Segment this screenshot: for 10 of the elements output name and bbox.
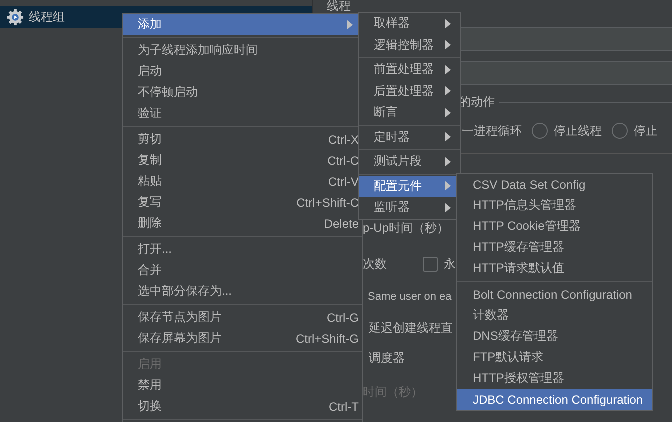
option-label: 一进程循环: [462, 122, 522, 140]
option-label: 停止线程: [554, 122, 602, 140]
panel-title: 线程: [327, 0, 351, 13]
field-label: p-Up时间（秒）: [363, 220, 450, 237]
field-label: 次数: [363, 256, 387, 273]
option-label: 停止: [634, 122, 658, 140]
checkbox-label: 调度器: [369, 350, 405, 367]
checkbox-label: 延迟创建线程直: [369, 320, 453, 337]
checkbox-label: Same user on ea: [368, 290, 452, 305]
checkbox-label: 永: [444, 256, 456, 273]
